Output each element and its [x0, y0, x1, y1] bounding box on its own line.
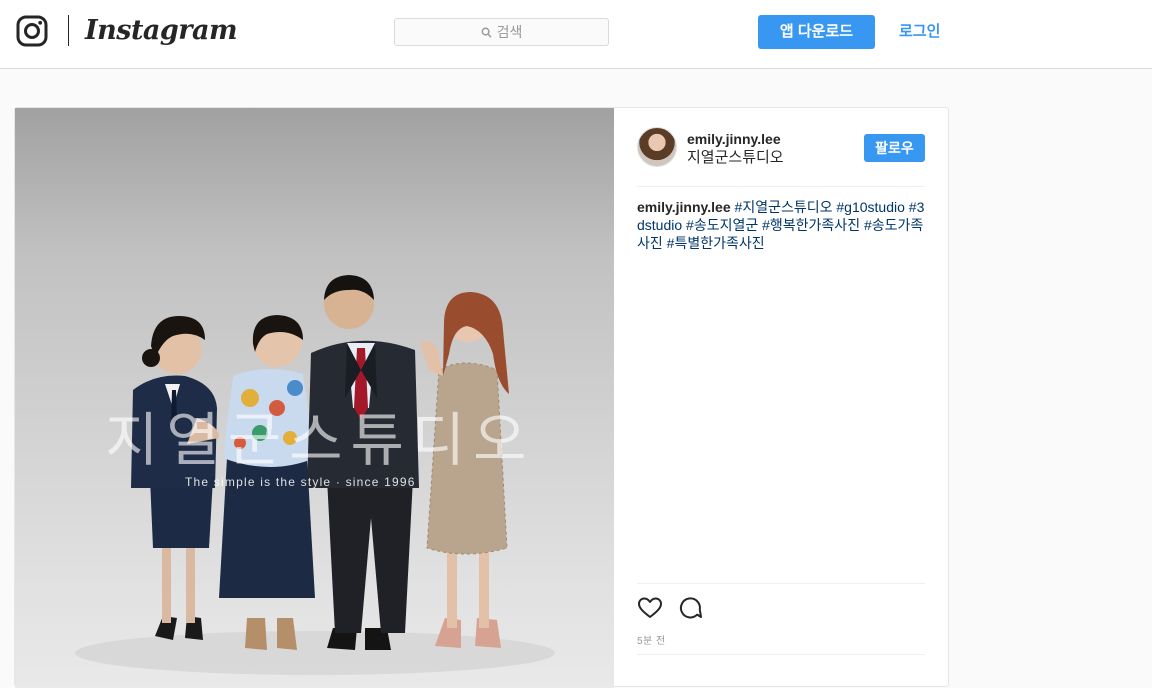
- search-input[interactable]: 검색: [394, 18, 609, 46]
- search-icon: [481, 27, 492, 38]
- author-username[interactable]: emily.jinny.lee: [687, 131, 781, 148]
- app-download-button[interactable]: 앱 다운로드: [758, 15, 875, 49]
- actions-divider: [637, 583, 925, 584]
- studio-watermark: 지열군스튜디오: [105, 406, 535, 474]
- hashtag-link[interactable]: #행복한가족사진: [762, 217, 860, 233]
- post-photo[interactable]: 지열군스튜디오 The simple is the style · since …: [15, 108, 614, 688]
- hashtag-link[interactable]: #송도지열군: [686, 217, 758, 233]
- post-actions: [637, 595, 925, 621]
- post-caption: emily.jinny.lee #지열군스튜디오 #g10studio #3ds…: [637, 198, 925, 252]
- post-details-panel: emily.jinny.lee 지열군스튜디오 팔로우 emily.jinny.…: [614, 108, 949, 688]
- header-divider: [637, 186, 925, 187]
- studio-watermark-tagline: The simple is the style · since 1996: [185, 475, 416, 489]
- post-timestamp[interactable]: 5분 전: [637, 632, 666, 647]
- search-placeholder: 검색: [496, 24, 523, 40]
- avatar[interactable]: [637, 127, 677, 167]
- hashtag-link[interactable]: #지열군스튜디오: [735, 199, 833, 215]
- author-location[interactable]: 지열군스튜디오: [687, 149, 784, 167]
- post-card: 지열군스튜디오 The simple is the style · since …: [14, 107, 949, 688]
- heart-icon[interactable]: [637, 595, 663, 621]
- timestamp-divider: [637, 654, 925, 655]
- login-link[interactable]: 로그인: [899, 22, 940, 42]
- top-navigation-bar: Instagram 검색 앱 다운로드 로그인: [0, 0, 1152, 69]
- comment-icon[interactable]: [677, 595, 703, 621]
- caption-username[interactable]: emily.jinny.lee: [637, 199, 731, 215]
- logo-divider: [68, 15, 69, 46]
- post-author-header: emily.jinny.lee 지열군스튜디오 팔로우: [637, 127, 925, 169]
- hashtag-link[interactable]: #g10studio: [836, 199, 905, 215]
- follow-button[interactable]: 팔로우: [864, 134, 925, 162]
- instagram-wordmark[interactable]: Instagram: [85, 11, 238, 51]
- instagram-glyph-icon[interactable]: [16, 15, 48, 47]
- hashtag-link[interactable]: #특별한가족사진: [667, 235, 765, 251]
